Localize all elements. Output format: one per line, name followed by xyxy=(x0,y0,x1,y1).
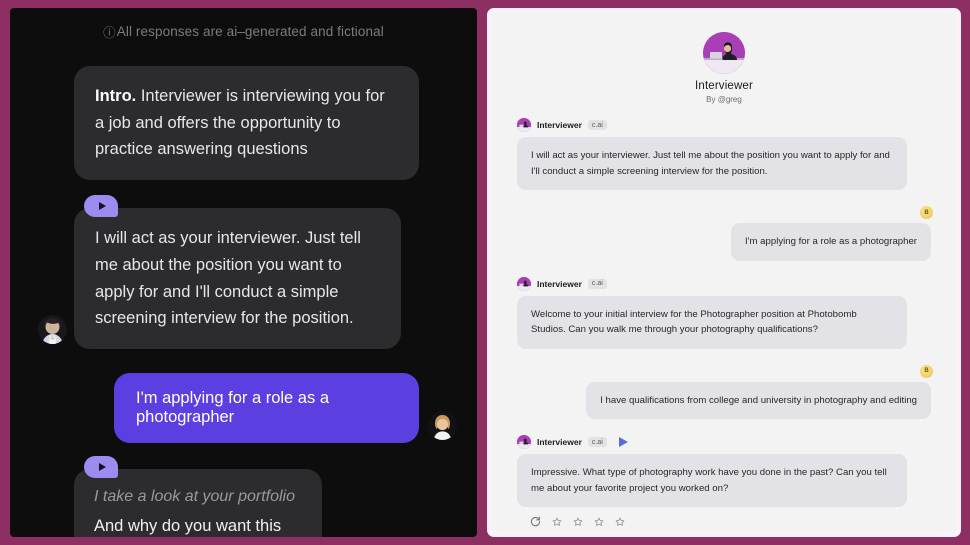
character-name: Interviewer xyxy=(695,80,753,92)
intro-message: Intro. Interviewer is interviewing you f… xyxy=(28,66,459,181)
user-badge: B xyxy=(920,364,933,378)
interviewer-small-avatar xyxy=(517,118,531,132)
star-4-icon[interactable] xyxy=(615,517,625,527)
ai-tag-badge: c.ai xyxy=(587,278,607,289)
character-header: Interviewer By @greg xyxy=(491,12,957,104)
desktop-bot-message-1: Interviewer c.ai I will act as your inte… xyxy=(517,118,931,191)
intro-text: Interviewer is interviewing you for a jo… xyxy=(95,87,385,159)
disclaimer-banner: ⓘAll responses are ai–generated and fict… xyxy=(10,22,477,41)
interviewer-avatar[interactable] xyxy=(703,32,745,74)
character-byline: By @greg xyxy=(706,95,742,104)
message-meta: Interviewer c.ai xyxy=(517,118,931,132)
disclaimer-text: All responses are ai–generated and ficti… xyxy=(116,24,384,39)
desktop-bot-bubble-1: I will act as your interviewer. Just tel… xyxy=(517,137,907,191)
app-frame: ⓘAll responses are ai–generated and fict… xyxy=(0,0,970,545)
desktop-user-message-2: B I have qualifications from college and… xyxy=(517,364,933,420)
desktop-user-bubble-2: I have qualifications from college and u… xyxy=(586,381,931,420)
star-3-icon[interactable] xyxy=(594,517,604,527)
ai-tag-badge: c.ai xyxy=(587,437,607,448)
bot-dialogue-text: And why do you want this job? xyxy=(94,516,282,535)
desktop-bot-message-3: Interviewer c.ai Impressive. What type o… xyxy=(517,435,931,527)
star-2-icon[interactable] xyxy=(573,517,583,527)
bot-bubble-2: I take a look at your portfolio And why … xyxy=(74,469,322,537)
desktop-user-message-1: B I'm applying for a role as a photograp… xyxy=(517,206,933,261)
user-avatar[interactable] xyxy=(428,411,457,441)
message-author: Interviewer xyxy=(537,278,582,289)
desktop-message-stream: Interviewer c.ai I will act as your inte… xyxy=(491,104,957,527)
play-icon xyxy=(98,463,106,472)
play-icon xyxy=(98,202,106,211)
message-meta: Interviewer c.ai xyxy=(517,435,931,450)
play-audio-badge-2[interactable] xyxy=(84,456,118,479)
ai-tag-badge: c.ai xyxy=(587,120,607,130)
interviewer-small-avatar xyxy=(517,276,531,291)
user-bubble-1: I'm applying for a role as a photographe… xyxy=(114,373,419,444)
message-author: Interviewer xyxy=(537,120,582,130)
bot-avatar[interactable] xyxy=(38,315,67,345)
star-1-icon[interactable] xyxy=(552,517,562,527)
play-icon[interactable] xyxy=(618,437,628,448)
bot-action-text: I take a look at your portfolio xyxy=(94,488,295,506)
mobile-chat-panel: ⓘAll responses are ai–generated and fict… xyxy=(10,8,477,537)
desktop-bot-bubble-2: Welcome to your initial interview for th… xyxy=(517,295,907,349)
desktop-user-bubble-1: I'm applying for a role as a photographe… xyxy=(731,223,931,261)
user-message-1: I'm applying for a role as a photographe… xyxy=(28,373,459,444)
mobile-message-stream: Intro. Interviewer is interviewing you f… xyxy=(10,66,477,537)
desktop-bot-message-2: Interviewer c.ai Welcome to your initial… xyxy=(517,276,931,349)
play-audio-badge[interactable] xyxy=(84,195,118,218)
desktop-bot-bubble-3: Impressive. What type of photography wor… xyxy=(517,454,907,508)
message-actions xyxy=(517,507,931,527)
desktop-chat-panel: Interviewer By @greg Interviewer c.ai I … xyxy=(487,8,961,537)
intro-label: Intro. xyxy=(95,87,137,105)
interviewer-small-avatar xyxy=(517,435,531,450)
user-badge: B xyxy=(920,206,933,220)
message-meta: Interviewer c.ai xyxy=(517,276,931,291)
bot-bubble-1: I will act as your interviewer. Just tel… xyxy=(74,208,401,350)
bot-message-1: I will act as your interviewer. Just tel… xyxy=(28,195,459,350)
info-circle-icon: ⓘ xyxy=(103,26,116,40)
message-author: Interviewer xyxy=(537,437,582,448)
bot-message-2: I take a look at your portfolio And why … xyxy=(28,456,459,537)
regenerate-icon[interactable] xyxy=(530,516,541,527)
intro-bubble: Intro. Interviewer is interviewing you f… xyxy=(74,66,419,181)
